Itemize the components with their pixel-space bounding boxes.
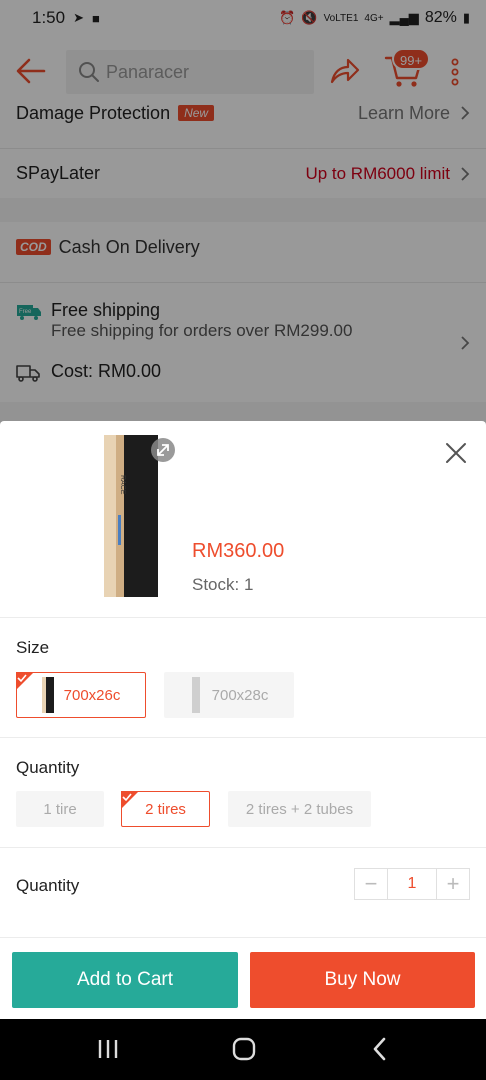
variant-option-label: 2 tires + 2 tubes xyxy=(245,800,354,818)
variant-option-2-tires[interactable]: 2 tires xyxy=(121,791,210,827)
buy-now-button[interactable]: Buy Now xyxy=(250,952,475,1008)
quantity-value[interactable]: 1 xyxy=(387,869,437,899)
variation-bottom-sheet: RACE RM360.00 Stock: 1 Size 700x26c 700x… xyxy=(0,421,486,1019)
close-icon[interactable] xyxy=(444,441,468,465)
system-navigation-bar xyxy=(0,1019,486,1080)
home-icon[interactable] xyxy=(232,1037,256,1061)
back-icon[interactable] xyxy=(372,1037,388,1061)
selected-check-icon xyxy=(16,672,34,690)
add-to-cart-button[interactable]: Add to Cart xyxy=(12,952,238,1008)
recent-apps-icon[interactable] xyxy=(96,1039,120,1059)
section-divider xyxy=(0,937,486,938)
decrease-quantity-button[interactable]: − xyxy=(355,869,387,899)
size-option-thumbnail xyxy=(41,677,54,713)
quantity-stepper: − 1 + xyxy=(354,868,470,900)
quantity-section-title: Quantity xyxy=(16,876,80,895)
size-option-label: 700x28c xyxy=(211,686,269,704)
variant-option-2-tires-2-tubes[interactable]: 2 tires + 2 tubes xyxy=(228,791,371,827)
stock-count: Stock: 1 xyxy=(192,575,254,594)
section-divider xyxy=(0,737,486,738)
variant-option-label: 2 tires xyxy=(145,800,186,818)
svg-text:RACE: RACE xyxy=(119,475,126,495)
size-option-label: 700x26c xyxy=(63,686,121,704)
product-price: RM360.00 xyxy=(192,540,285,562)
variant-section-title: Quantity xyxy=(16,758,80,777)
size-option-thumbnail xyxy=(191,677,200,713)
size-section-title: Size xyxy=(16,638,50,657)
size-option-700x28c[interactable]: 700x28c xyxy=(164,672,294,718)
size-option-700x26c[interactable]: 700x26c xyxy=(16,672,146,718)
section-divider xyxy=(0,617,486,618)
variant-option-label: 1 tire xyxy=(43,800,77,818)
section-divider xyxy=(0,847,486,848)
expand-image-icon[interactable] xyxy=(150,437,176,463)
increase-quantity-button[interactable]: + xyxy=(437,869,469,899)
selected-check-icon xyxy=(121,791,139,809)
variant-option-1-tire[interactable]: 1 tire xyxy=(16,791,104,827)
